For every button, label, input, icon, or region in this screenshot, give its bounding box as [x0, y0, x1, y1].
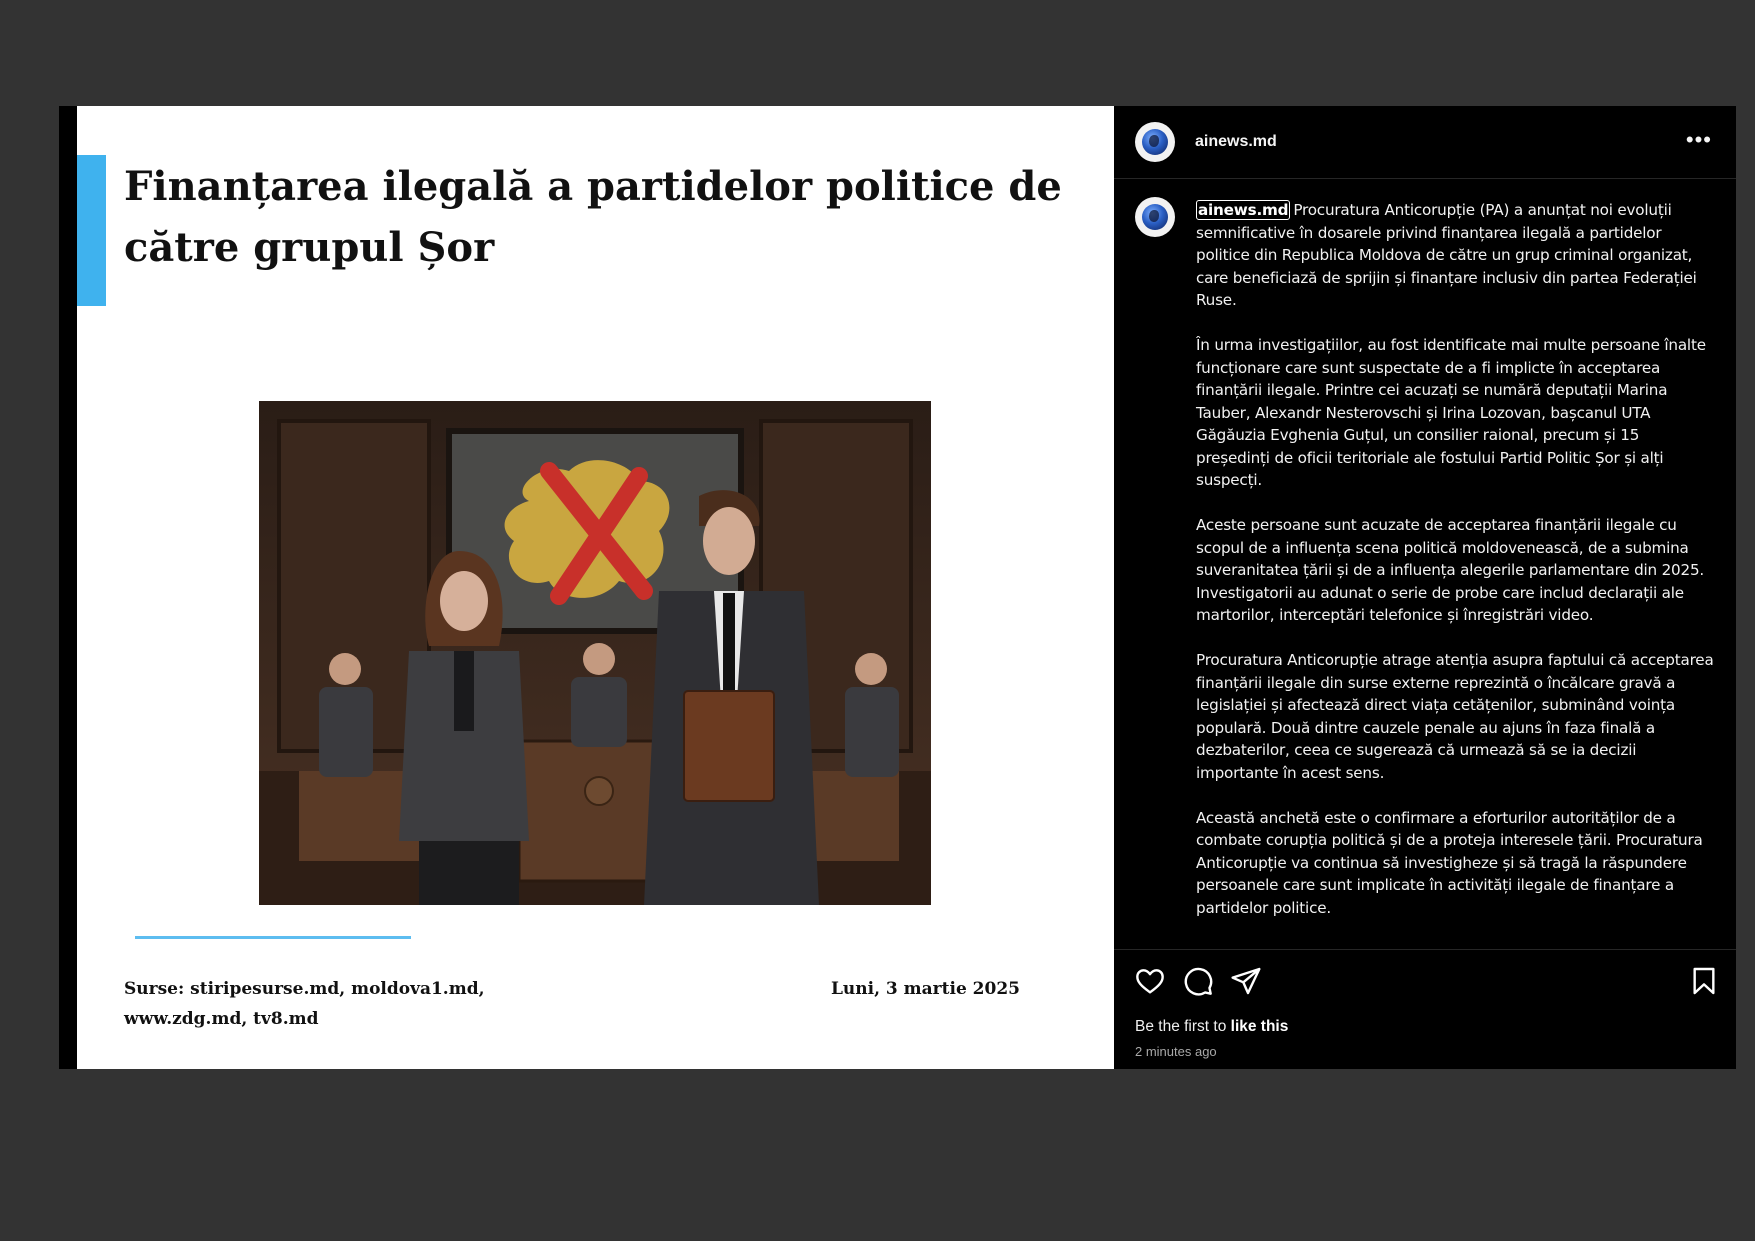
heart-icon[interactable] — [1134, 965, 1166, 1002]
post-left-edge — [59, 106, 77, 1069]
caption-text: ainews.md Procuratura Anticorupție (PA) a… — [1196, 199, 1716, 942]
caption-area[interactable]: ainews.md Procuratura Anticorupție (PA) a… — [1114, 179, 1736, 949]
courtroom-illustration — [259, 401, 931, 905]
more-icon[interactable]: ••• — [1686, 129, 1712, 151]
caption-username[interactable]: ainews.md — [1196, 200, 1291, 220]
globe-icon — [1142, 204, 1168, 230]
post-sidebar: ainews.md ••• ainews.md Procuratura Antic… — [1114, 106, 1736, 1069]
slide-date: Luni, 3 martie 2025 — [830, 979, 1020, 999]
post-timestamp[interactable]: 2 minutes ago — [1135, 1044, 1217, 1059]
caption-paragraph: În urma investigațiilor, au fost identif… — [1196, 336, 1706, 489]
bookmark-icon[interactable] — [1688, 965, 1720, 1002]
share-icon[interactable] — [1230, 965, 1262, 1002]
caption-paragraph: Procuratura Anticorupție atrage atenția … — [1196, 651, 1714, 782]
courtroom-photo — [259, 401, 931, 905]
like-this-link[interactable]: like this — [1231, 1018, 1289, 1035]
profile-avatar[interactable] — [1135, 122, 1175, 162]
sources-text: Surse: stiripesurse.md, moldova1.md, www… — [124, 979, 485, 1029]
caption-paragraph: Aceste persoane sunt acuzate de acceptar… — [1196, 516, 1705, 624]
post-header: ainews.md ••• — [1114, 106, 1736, 179]
divider-rule — [135, 936, 411, 939]
post-slide: Finanțarea ilegală a partidelor politice… — [77, 106, 1114, 1069]
accent-bar — [77, 155, 106, 306]
caption-paragraph: ainews.md Procuratura Anticorupție (PA) a… — [1196, 199, 1716, 312]
caption-paragraph: Această anchetă este o confirmare a efor… — [1196, 808, 1703, 917]
action-row — [1134, 965, 1720, 997]
action-bar: Be the first to like this 2 minutes ago — [1114, 949, 1736, 1070]
slide-headline: Finanțarea ilegală a partidelor politice… — [124, 163, 1062, 271]
likes-prefix: Be the first to — [1135, 1018, 1231, 1035]
globe-icon — [1142, 129, 1168, 155]
caption-avatar[interactable] — [1135, 197, 1175, 237]
likes-text: Be the first to like this — [1135, 1018, 1288, 1036]
header-username[interactable]: ainews.md — [1195, 133, 1277, 151]
comment-icon[interactable] — [1182, 965, 1214, 1002]
instagram-post: Finanțarea ilegală a partidelor politice… — [59, 106, 1736, 1069]
